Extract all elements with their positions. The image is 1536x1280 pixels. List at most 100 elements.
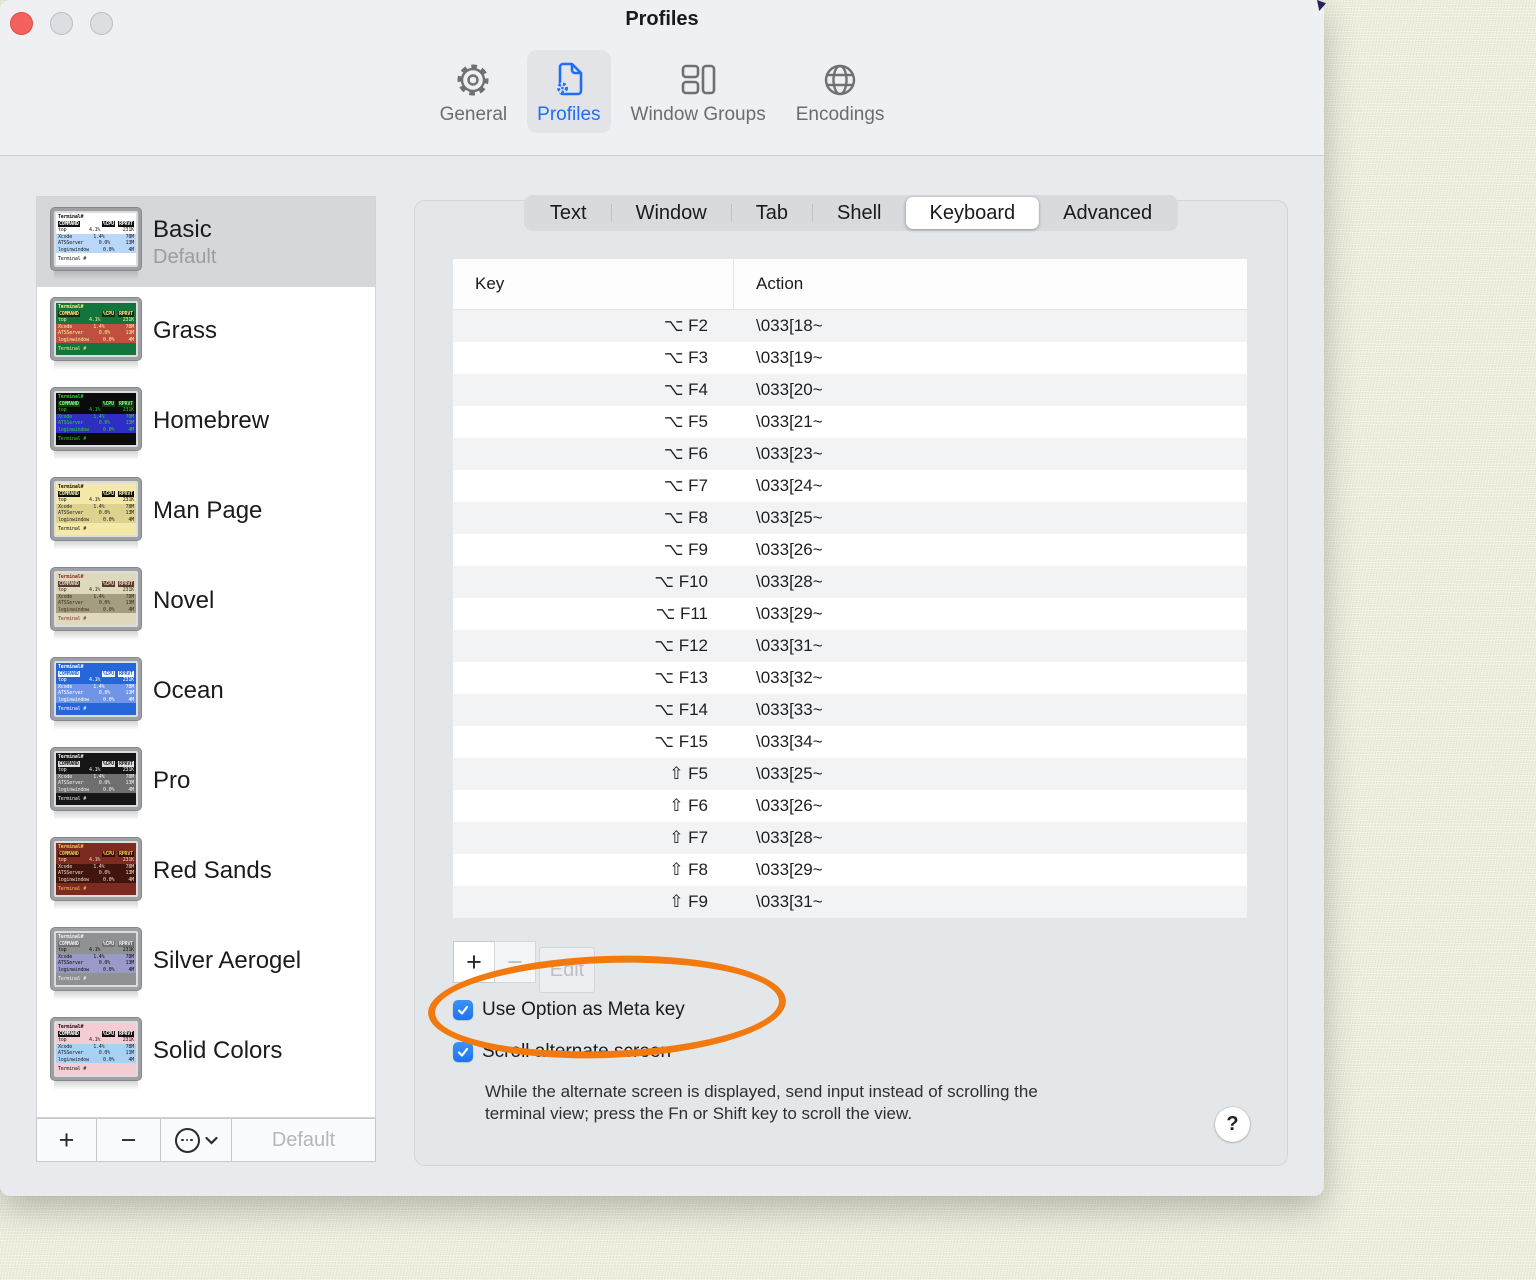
table-row[interactable]: ⇧ F8 \033[29~: [453, 854, 1247, 886]
table-row[interactable]: ⌥ F13 \033[32~: [453, 662, 1247, 694]
profile-list-item[interactable]: Terminal# COMMAND %CPU RPRVT top 4.1% 231K…: [37, 287, 375, 377]
profile-list: Terminal# COMMAND %CPU RPRVT top 4.1% 231K…: [36, 196, 376, 1118]
profile-list-item[interactable]: Terminal# COMMAND %CPU RPRVT top 4.1% 231K…: [37, 197, 375, 287]
column-header-key[interactable]: Key: [453, 259, 734, 309]
profile-actions-menu-button[interactable]: [161, 1119, 232, 1161]
thumbnail-title: Terminal#: [58, 304, 84, 310]
profile-thumbnail: Terminal# COMMAND %CPU RPRVT top 4.1% 231K…: [51, 568, 141, 640]
action-cell: \033[25~: [756, 508, 823, 527]
action-cell: \033[21~: [756, 412, 823, 431]
toolbar-label: Window Groups: [630, 104, 766, 125]
table-row[interactable]: ⌥ F12 \033[31~: [453, 630, 1247, 662]
action-cell: \033[31~: [756, 892, 823, 911]
table-row[interactable]: ⌥ F4 \033[20~: [453, 374, 1247, 406]
profile-name: Silver Aerogel: [153, 947, 302, 974]
settings-tab[interactable]: Shell: [813, 197, 905, 229]
key-cell: ⌥ F5: [663, 412, 708, 431]
profile-list-item[interactable]: Terminal# COMMAND %CPU RPRVT top 4.1% 231K…: [37, 1007, 375, 1097]
settings-tab[interactable]: Window: [612, 197, 731, 229]
toolbar-item-general[interactable]: General: [430, 50, 518, 133]
action-cell: \033[23~: [756, 444, 823, 463]
table-row[interactable]: ⌥ F3 \033[19~: [453, 342, 1247, 374]
profile-thumbnail: Terminal# COMMAND %CPU RPRVT top 4.1% 231K…: [51, 298, 141, 370]
action-cell: \033[26~: [756, 796, 823, 815]
tab-label: Keyboard: [929, 201, 1016, 224]
help-button[interactable]: ?: [1215, 1107, 1250, 1142]
gear-icon: [451, 55, 495, 103]
terminal-preferences-window: Profiles General Profiles Window Groups …: [0, 0, 1324, 1196]
table-row[interactable]: ⌥ F14 \033[33~: [453, 694, 1247, 726]
edit-shortcut-button[interactable]: Edit: [539, 947, 595, 993]
thumbnail-title: Terminal#: [58, 844, 84, 850]
profile-document-icon: [547, 55, 591, 103]
table-row[interactable]: ⇧ F5 \033[25~: [453, 758, 1247, 790]
profile-thumbnail: Terminal# COMMAND %CPU RPRVT top 4.1% 231K…: [51, 1018, 141, 1090]
tab-label: Tab: [755, 201, 788, 224]
table-row[interactable]: ⌥ F6 \033[23~: [453, 438, 1247, 470]
checkbox-label: Scroll alternate screen: [482, 1041, 672, 1062]
table-row[interactable]: ⌥ F10 \033[28~: [453, 566, 1247, 598]
table-row[interactable]: ⌥ F2 \033[18~: [453, 310, 1247, 342]
table-row[interactable]: ⇧ F6 \033[26~: [453, 790, 1247, 822]
table-row[interactable]: ⌥ F11 \033[29~: [453, 598, 1247, 630]
window-groups-icon: [676, 55, 720, 103]
profile-list-item[interactable]: Terminal# COMMAND %CPU RPRVT top 4.1% 231K…: [37, 647, 375, 737]
toolbar-item-encodings[interactable]: Encodings: [786, 50, 895, 133]
add-profile-button[interactable]: +: [37, 1119, 97, 1161]
profile-name: Novel: [153, 587, 215, 614]
table-row[interactable]: ⌥ F9 \033[26~: [453, 534, 1247, 566]
thumbnail-screen: Terminal# COMMAND %CPU RPRVT top 4.1% 231K…: [54, 841, 138, 897]
use-option-as-meta-key-row[interactable]: Use Option as Meta key: [453, 999, 685, 1021]
tab-label: Text: [549, 201, 587, 224]
add-shortcut-button[interactable]: +: [453, 941, 495, 983]
profile-thumbnail: Terminal# COMMAND %CPU RPRVT top 4.1% 231K…: [51, 388, 141, 460]
checkbox-checked-icon[interactable]: [453, 1000, 473, 1020]
toolbar-item-profiles[interactable]: Profiles: [527, 50, 611, 133]
titlebar: Profiles General Profiles Window Groups …: [0, 0, 1324, 156]
action-cell: \033[19~: [756, 348, 823, 367]
checkbox-checked-icon[interactable]: [453, 1042, 473, 1062]
toolbar-label: Profiles: [537, 104, 601, 125]
scroll-alternate-screen-row[interactable]: Scroll alternate screen: [453, 1041, 671, 1063]
settings-tab[interactable]: Advanced: [1039, 197, 1176, 229]
remove-profile-button[interactable]: −: [97, 1119, 161, 1161]
table-row[interactable]: ⌥ F7 \033[24~: [453, 470, 1247, 502]
checkbox-label: Use Option as Meta key: [482, 999, 685, 1020]
profile-name: Red Sands: [153, 857, 272, 884]
action-cell: \033[18~: [756, 316, 823, 335]
set-default-button[interactable]: Default: [232, 1119, 375, 1161]
table-row[interactable]: ⌥ F8 \033[25~: [453, 502, 1247, 534]
profile-list-item[interactable]: Terminal# COMMAND %CPU RPRVT top 4.1% 231K…: [37, 377, 375, 467]
profile-name: Pro: [153, 767, 191, 794]
key-cell: ⌥ F7: [663, 476, 708, 495]
thumbnail-screen: Terminal# COMMAND %CPU RPRVT top 4.1% 231K…: [54, 301, 138, 357]
key-cell: ⇧ F6: [669, 796, 708, 815]
profile-name: Basic: [153, 215, 212, 243]
profile-list-item[interactable]: Terminal# COMMAND %CPU RPRVT top 4.1% 231K…: [37, 827, 375, 917]
settings-tab[interactable]: Tab: [732, 197, 812, 229]
tab-label: Shell: [837, 201, 882, 224]
thumbnail-screen: Terminal# COMMAND %CPU RPRVT top 4.1% 231K…: [54, 481, 138, 537]
profile-thumbnail: Terminal# COMMAND %CPU RPRVT top 4.1% 231K…: [51, 208, 141, 280]
settings-tab[interactable]: Keyboard: [905, 197, 1040, 229]
action-cell: \033[34~: [756, 732, 823, 751]
profile-thumbnail: Terminal# COMMAND %CPU RPRVT top 4.1% 231K…: [51, 478, 141, 550]
table-row[interactable]: ⇧ F7 \033[28~: [453, 822, 1247, 854]
thumbnail-screen: Terminal# COMMAND %CPU RPRVT top 4.1% 231K…: [54, 391, 138, 447]
thumbnail-title: Terminal#: [58, 394, 84, 400]
profile-list-item[interactable]: Terminal# COMMAND %CPU RPRVT top 4.1% 231K…: [37, 917, 375, 1007]
profile-list-item[interactable]: Terminal# COMMAND %CPU RPRVT top 4.1% 231K…: [37, 467, 375, 557]
action-cell: \033[31~: [756, 636, 823, 655]
action-cell: \033[28~: [756, 828, 823, 847]
table-row[interactable]: ⌥ F5 \033[21~: [453, 406, 1247, 438]
thumbnail-title: Terminal#: [58, 1024, 84, 1030]
thumbnail-title: Terminal#: [58, 484, 84, 490]
column-header-action[interactable]: Action: [734, 259, 1247, 309]
profile-list-item[interactable]: Terminal# COMMAND %CPU RPRVT top 4.1% 231K…: [37, 557, 375, 647]
table-row[interactable]: ⇧ F9 \033[31~: [453, 886, 1247, 918]
table-row[interactable]: ⌥ F15 \033[34~: [453, 726, 1247, 758]
profile-list-item[interactable]: Terminal# COMMAND %CPU RPRVT top 4.1% 231K…: [37, 737, 375, 827]
settings-tab[interactable]: Text: [526, 197, 611, 229]
toolbar-item-window-groups[interactable]: Window Groups: [621, 50, 776, 133]
remove-shortcut-button[interactable]: −: [494, 941, 536, 983]
